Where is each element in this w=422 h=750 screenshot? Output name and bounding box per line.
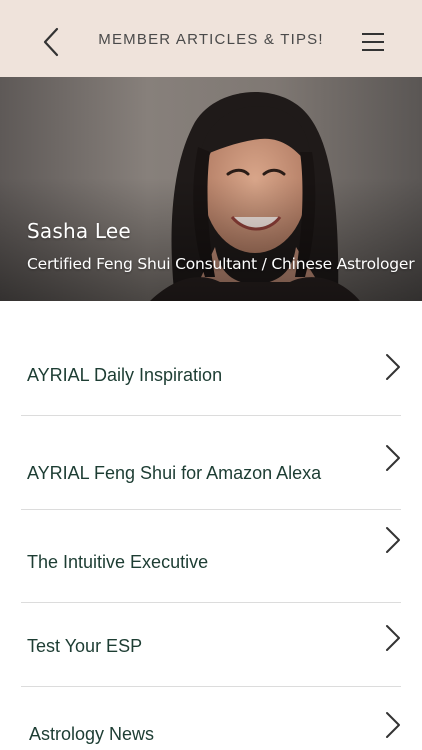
hamburger-menu-icon <box>362 33 384 51</box>
list-item-label: AYRIAL Feng Shui for Amazon Alexa <box>27 463 322 483</box>
menu-button[interactable] <box>358 27 388 57</box>
consultant-name: Sasha Lee <box>27 219 131 243</box>
top-nav-bar: MEMBER ARTICLES & TIPS! <box>0 0 422 77</box>
consultant-title: Certified Feng Shui Consultant / Chinese… <box>27 255 415 273</box>
chevron-right-icon <box>386 445 400 471</box>
chevron-right-icon <box>386 625 400 651</box>
list-item-intuitive-executive[interactable]: The Intuitive Executive <box>0 510 422 602</box>
profile-hero-banner: Sasha Lee Certified Feng Shui Consultant… <box>0 77 422 301</box>
list-item-label: Test Your ESP <box>27 636 143 656</box>
list-item-label: AYRIAL Daily Inspiration <box>27 365 223 385</box>
list-item-label: The Intuitive Executive <box>27 552 209 572</box>
list-item-feng-shui-alexa[interactable]: AYRIAL Feng Shui for Amazon Alexa <box>0 416 422 509</box>
list-item-test-esp[interactable]: Test Your ESP <box>0 603 422 686</box>
chevron-right-icon <box>386 712 400 738</box>
chevron-right-icon <box>386 527 400 553</box>
chevron-right-icon <box>386 354 400 380</box>
list-item-label: Astrology News <box>29 724 155 744</box>
list-item-daily-inspiration[interactable]: AYRIAL Daily Inspiration <box>0 331 422 415</box>
list-item-astrology-news[interactable]: Astrology News <box>0 687 422 750</box>
